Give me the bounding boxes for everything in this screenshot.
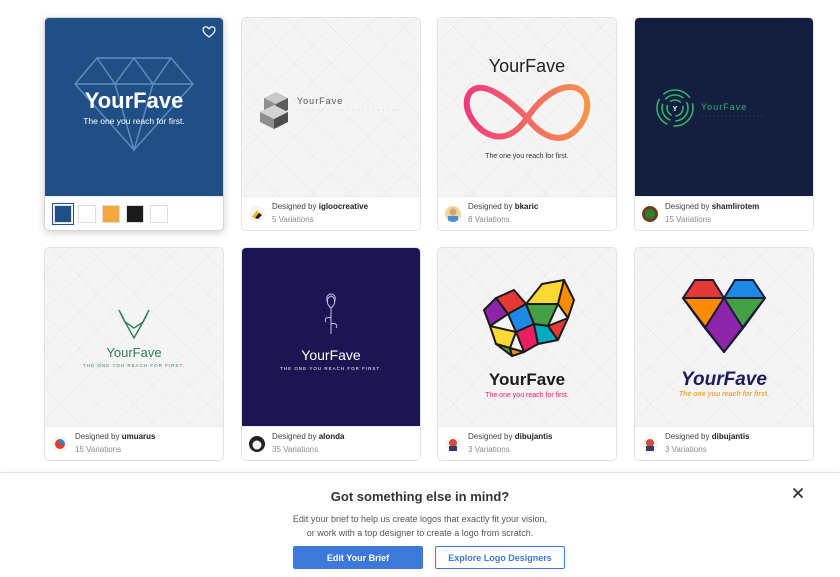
designer-name[interactable]: shamlirotem [712,202,760,211]
maze-logo-image: Y YourFave [656,89,765,127]
designer-info: Designed by dibujantis 3 Variations [438,426,616,460]
logo-brand-text: YourFave [106,345,161,360]
designer-prefix: Designed by [272,432,317,441]
designer-info: Designed by dibujantis 3 Variations [635,426,813,460]
designer-prefix: Designed by [665,432,710,441]
logo-card[interactable]: YourFave The one you reach for first. De… [437,247,617,461]
logo-thumbnail[interactable]: YourFave The one you reach for first. [438,248,616,426]
avatar[interactable] [642,206,658,222]
logo-thumbnail[interactable]: YourFave THE ONE YOU REACH FOR FIRST. [45,248,223,426]
logo-tagline-text: The one you reach for first. [83,116,185,126]
heart-outline-icon[interactable] [202,25,216,39]
variations-count[interactable]: 3 Variations [468,445,510,454]
designer-name[interactable]: dibujantis [515,432,553,441]
prompt-title: Got something else in mind? [330,489,510,504]
designer-name[interactable]: alonda [319,432,345,441]
designer-prefix: Designed by [468,432,513,441]
prompt-text-line-2: or work with a top designer to create a … [306,528,534,538]
logo-card[interactable]: Y YourFave Designed by shamlirotem 15 Va… [634,17,814,231]
designer-line: Designed by shamlirotem [665,202,759,211]
designer-name[interactable]: umuarus [122,432,156,441]
logo-monogram: Y [673,106,678,113]
logo-tagline-text: The one you reach for first. [679,391,769,398]
diamond-logo-image: YourFave The one you reach for first. [74,56,194,153]
logo-brand-text: YourFave [489,370,565,389]
logo-brand-text: YourFave [701,102,747,112]
logo-tagline-text: THE ONE YOU REACH FOR FIRST. [280,366,382,371]
logo-brand-text: YourFave [297,96,343,106]
edit-brief-button[interactable]: Edit Your Brief [293,546,423,569]
designer-info: Designed by umuarus 15 Variations [45,426,223,460]
variations-count[interactable]: 5 Variations [272,215,314,224]
deer-logo-image: YourFave THE ONE YOU REACH FOR FIRST. [83,309,185,368]
designer-line: Designed by dibujantis [468,432,553,441]
designer-prefix: Designed by [468,202,513,211]
logo-brand-text: YourFave [85,88,184,113]
logo-tagline-text: The one you reach for first. [485,392,569,399]
avatar[interactable] [249,206,265,222]
designer-name[interactable]: igloocreative [319,202,368,211]
explore-designers-button[interactable]: Explore Logo Designers [435,546,565,569]
mosaic-heart-logo-image: YourFave The one you reach for first. [483,279,575,399]
avatar[interactable] [52,436,68,452]
designer-info: Designed by igloocreative 5 Variations [242,196,420,230]
logo-thumbnail[interactable]: YourFave THE ONE YOU REACH FOR FIRST. [242,248,420,426]
designer-info: Designed by alonda 35 Variations [242,426,420,460]
variations-count[interactable]: 8 Variations [468,215,510,224]
variations-count[interactable]: 3 Variations [665,445,707,454]
designer-prefix: Designed by [665,202,710,211]
logo-card[interactable]: YourFave The one you reach for first. [44,17,224,231]
designer-line: Designed by dibujantis [665,432,750,441]
color-swatches [45,196,223,230]
infinity-heart-logo-image: YourFave The one you reach for first. [463,56,591,160]
logo-brand-text: YourFave [489,56,565,76]
designer-prefix: Designed by [272,202,317,211]
designer-info: Designed by bkaric 8 Variations [438,196,616,230]
designer-line: Designed by alonda [272,432,345,441]
logo-thumbnail[interactable]: YourFave The one you reach for first. [45,18,223,196]
designer-line: Designed by bkaric [468,202,538,211]
designer-prefix: Designed by [75,432,120,441]
logo-thumbnail[interactable]: YourFave [242,18,420,196]
igloo-logo-image: YourFave [260,92,402,129]
designer-line: Designed by igloocreative [272,202,368,211]
color-swatch-blue[interactable] [52,203,74,225]
logo-grid: YourFave The one you reach for first. Yo… [0,0,840,472]
logo-card[interactable]: YourFave The one you reach for first. De… [437,17,617,231]
color-swatch-orange[interactable] [102,205,120,223]
avatar[interactable] [642,436,658,452]
color-swatch-white[interactable] [78,205,96,223]
logo-card[interactable]: YourFave The one you reach for first. De… [634,247,814,461]
rose-logo-image: YourFave THE ONE YOU REACH FOR FIRST. [280,293,382,371]
variations-count[interactable]: 15 Variations [75,445,121,454]
designer-name[interactable]: dibujantis [712,432,750,441]
avatar[interactable] [249,436,265,452]
logo-card[interactable]: YourFave THE ONE YOU REACH FOR FIRST. De… [44,247,224,461]
logo-brand-text: YourFave [301,347,361,363]
logo-brand-text: YourFave [681,369,767,390]
variations-count[interactable]: 35 Variations [272,445,318,454]
logo-card[interactable]: YourFave THE ONE YOU REACH FOR FIRST. De… [241,247,421,461]
variations-count[interactable]: 15 Variations [665,215,711,224]
logo-tagline-text: The one you reach for first. [485,153,569,160]
brief-prompt-panel: Got something else in mind? Edit your br… [0,472,840,577]
avatar[interactable] [445,436,461,452]
logo-card[interactable]: YourFave Designed by igloocreative 5 Var… [241,17,421,231]
logo-thumbnail[interactable]: YourFave The one you reach for first. [438,18,616,196]
logo-thumbnail[interactable]: YourFave The one you reach for first. [635,248,813,426]
designer-line: Designed by umuarus [75,432,156,441]
gem-heart-logo-image: YourFave The one you reach for first. [679,279,769,398]
color-swatch-white[interactable] [150,205,168,223]
logo-tagline-text: THE ONE YOU REACH FOR FIRST. [83,363,185,368]
prompt-text-line-1: Edit your brief to help us create logos … [292,514,548,524]
designer-info: Designed by shamlirotem 15 Variations [635,196,813,230]
close-icon[interactable] [791,486,805,500]
logo-thumbnail[interactable]: Y YourFave [635,18,813,196]
designer-name[interactable]: bkaric [515,202,539,211]
color-swatch-black[interactable] [126,205,144,223]
avatar[interactable] [445,206,461,222]
